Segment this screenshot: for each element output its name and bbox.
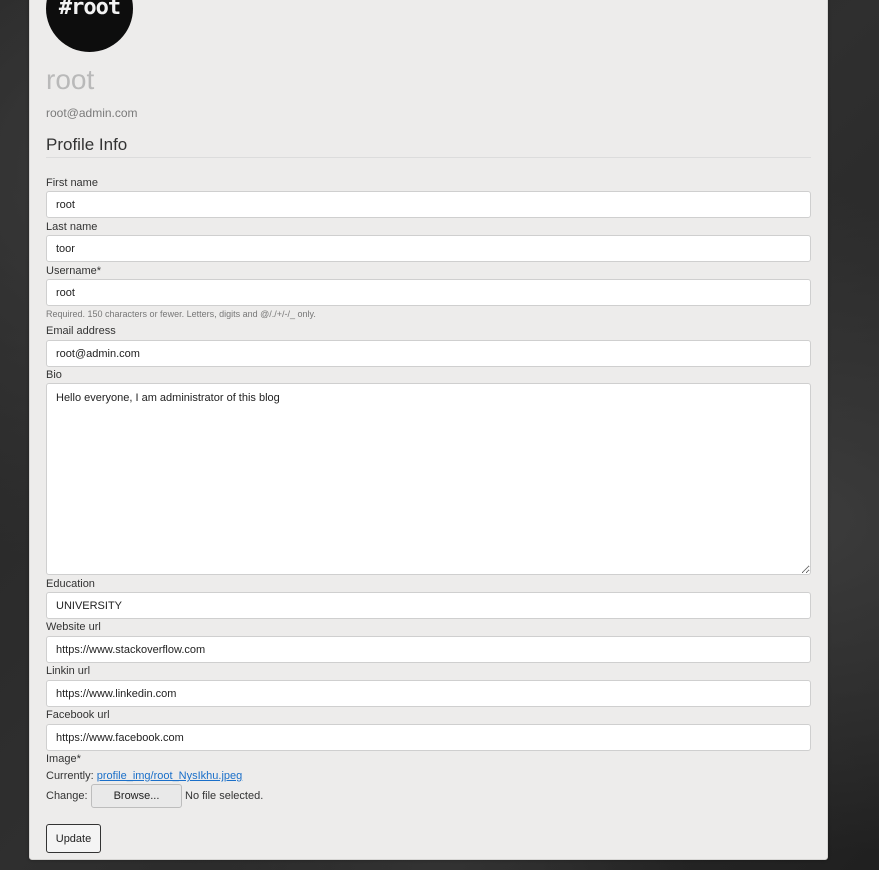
username-help-text: Required. 150 characters or fewer. Lette…	[46, 309, 316, 319]
facebook-input[interactable]	[46, 724, 811, 751]
username-input[interactable]	[46, 279, 811, 306]
last-name-input[interactable]	[46, 235, 811, 262]
education-label: Education	[46, 578, 95, 590]
section-divider	[46, 157, 811, 158]
email-input[interactable]	[46, 340, 811, 367]
current-image-row: Currently: profile_img/root_NysIkhu.jpeg	[46, 770, 242, 782]
change-label: Change:	[46, 790, 88, 802]
currently-label: Currently:	[46, 770, 94, 782]
website-input[interactable]	[46, 636, 811, 663]
bio-label: Bio	[46, 369, 62, 381]
browse-button[interactable]: Browse...	[91, 784, 182, 808]
last-name-label: Last name	[46, 221, 98, 233]
file-status-text: No file selected.	[185, 790, 264, 802]
education-input[interactable]	[46, 592, 811, 619]
section-title: Profile Info	[46, 135, 128, 154]
username-label: Username*	[46, 265, 102, 277]
first-name-input[interactable]	[46, 191, 811, 218]
current-image-link[interactable]: profile_img/root_NysIkhu.jpeg	[97, 770, 243, 782]
linkedin-input[interactable]	[46, 680, 811, 707]
facebook-label: Facebook url	[46, 709, 110, 721]
website-label: Website url	[46, 621, 101, 633]
profile-display-name: root	[46, 64, 95, 95]
avatar-text: #root	[58, 0, 121, 20]
image-label: Image*	[46, 753, 81, 765]
email-label: Email address	[46, 325, 116, 337]
profile-email: root@admin.com	[46, 106, 138, 120]
linkedin-label: Linkin url	[46, 665, 91, 677]
update-button[interactable]: Update	[46, 824, 101, 853]
bio-textarea[interactable]: Hello everyone, I am administrator of th…	[46, 383, 811, 575]
first-name-label: First name	[46, 177, 98, 189]
